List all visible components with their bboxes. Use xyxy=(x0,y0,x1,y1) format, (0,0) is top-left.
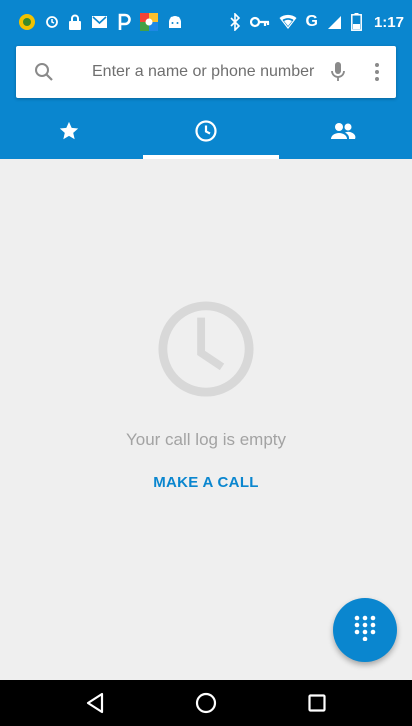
microphone-icon[interactable] xyxy=(318,61,358,83)
recents-icon[interactable] xyxy=(297,683,337,723)
lock-icon xyxy=(68,14,82,31)
status-time: 1:17 xyxy=(373,13,404,31)
battery-icon xyxy=(351,13,362,31)
dialpad-button[interactable] xyxy=(333,598,397,662)
tab-bar xyxy=(0,108,412,159)
search-input[interactable]: Enter a name or phone number xyxy=(72,63,318,81)
status-left-icons xyxy=(18,13,183,31)
empty-message: Your call log is empty xyxy=(125,430,286,449)
key-icon xyxy=(249,16,270,28)
pinterest-icon xyxy=(117,13,131,31)
navigation-bar xyxy=(0,680,412,726)
people-icon xyxy=(330,121,356,146)
android-icon xyxy=(167,15,183,29)
status-right-icons: G 1:17 xyxy=(229,13,404,31)
tab-favorites[interactable] xyxy=(0,108,137,159)
clock-icon xyxy=(194,119,218,148)
call-log-empty-state: Your call log is empty MAKE A CALL xyxy=(0,300,412,491)
more-options-icon[interactable] xyxy=(358,62,396,82)
back-icon[interactable] xyxy=(75,683,115,723)
tab-contacts[interactable] xyxy=(275,108,412,159)
make-a-call-link[interactable]: MAKE A CALL xyxy=(153,474,259,491)
status-bar: G 1:17 xyxy=(0,0,412,44)
tab-recents[interactable] xyxy=(137,108,274,159)
tab-selected-indicator xyxy=(143,155,279,159)
empty-clock-icon xyxy=(158,301,254,397)
sync-icon xyxy=(45,15,59,29)
search-icon[interactable] xyxy=(16,62,72,82)
mail-icon xyxy=(91,15,108,29)
search-bar[interactable]: Enter a name or phone number xyxy=(16,46,396,98)
phone-app: G 1:17 Enter a name or phone number Your… xyxy=(0,0,412,726)
notification-icon xyxy=(18,13,36,31)
wifi-icon xyxy=(279,14,297,30)
bluetooth-icon xyxy=(229,13,241,31)
dialpad-icon xyxy=(354,615,376,646)
star-icon xyxy=(58,120,80,147)
network-type: G xyxy=(305,13,318,30)
photos-icon xyxy=(140,13,158,31)
signal-icon xyxy=(327,15,342,30)
home-icon[interactable] xyxy=(186,683,226,723)
